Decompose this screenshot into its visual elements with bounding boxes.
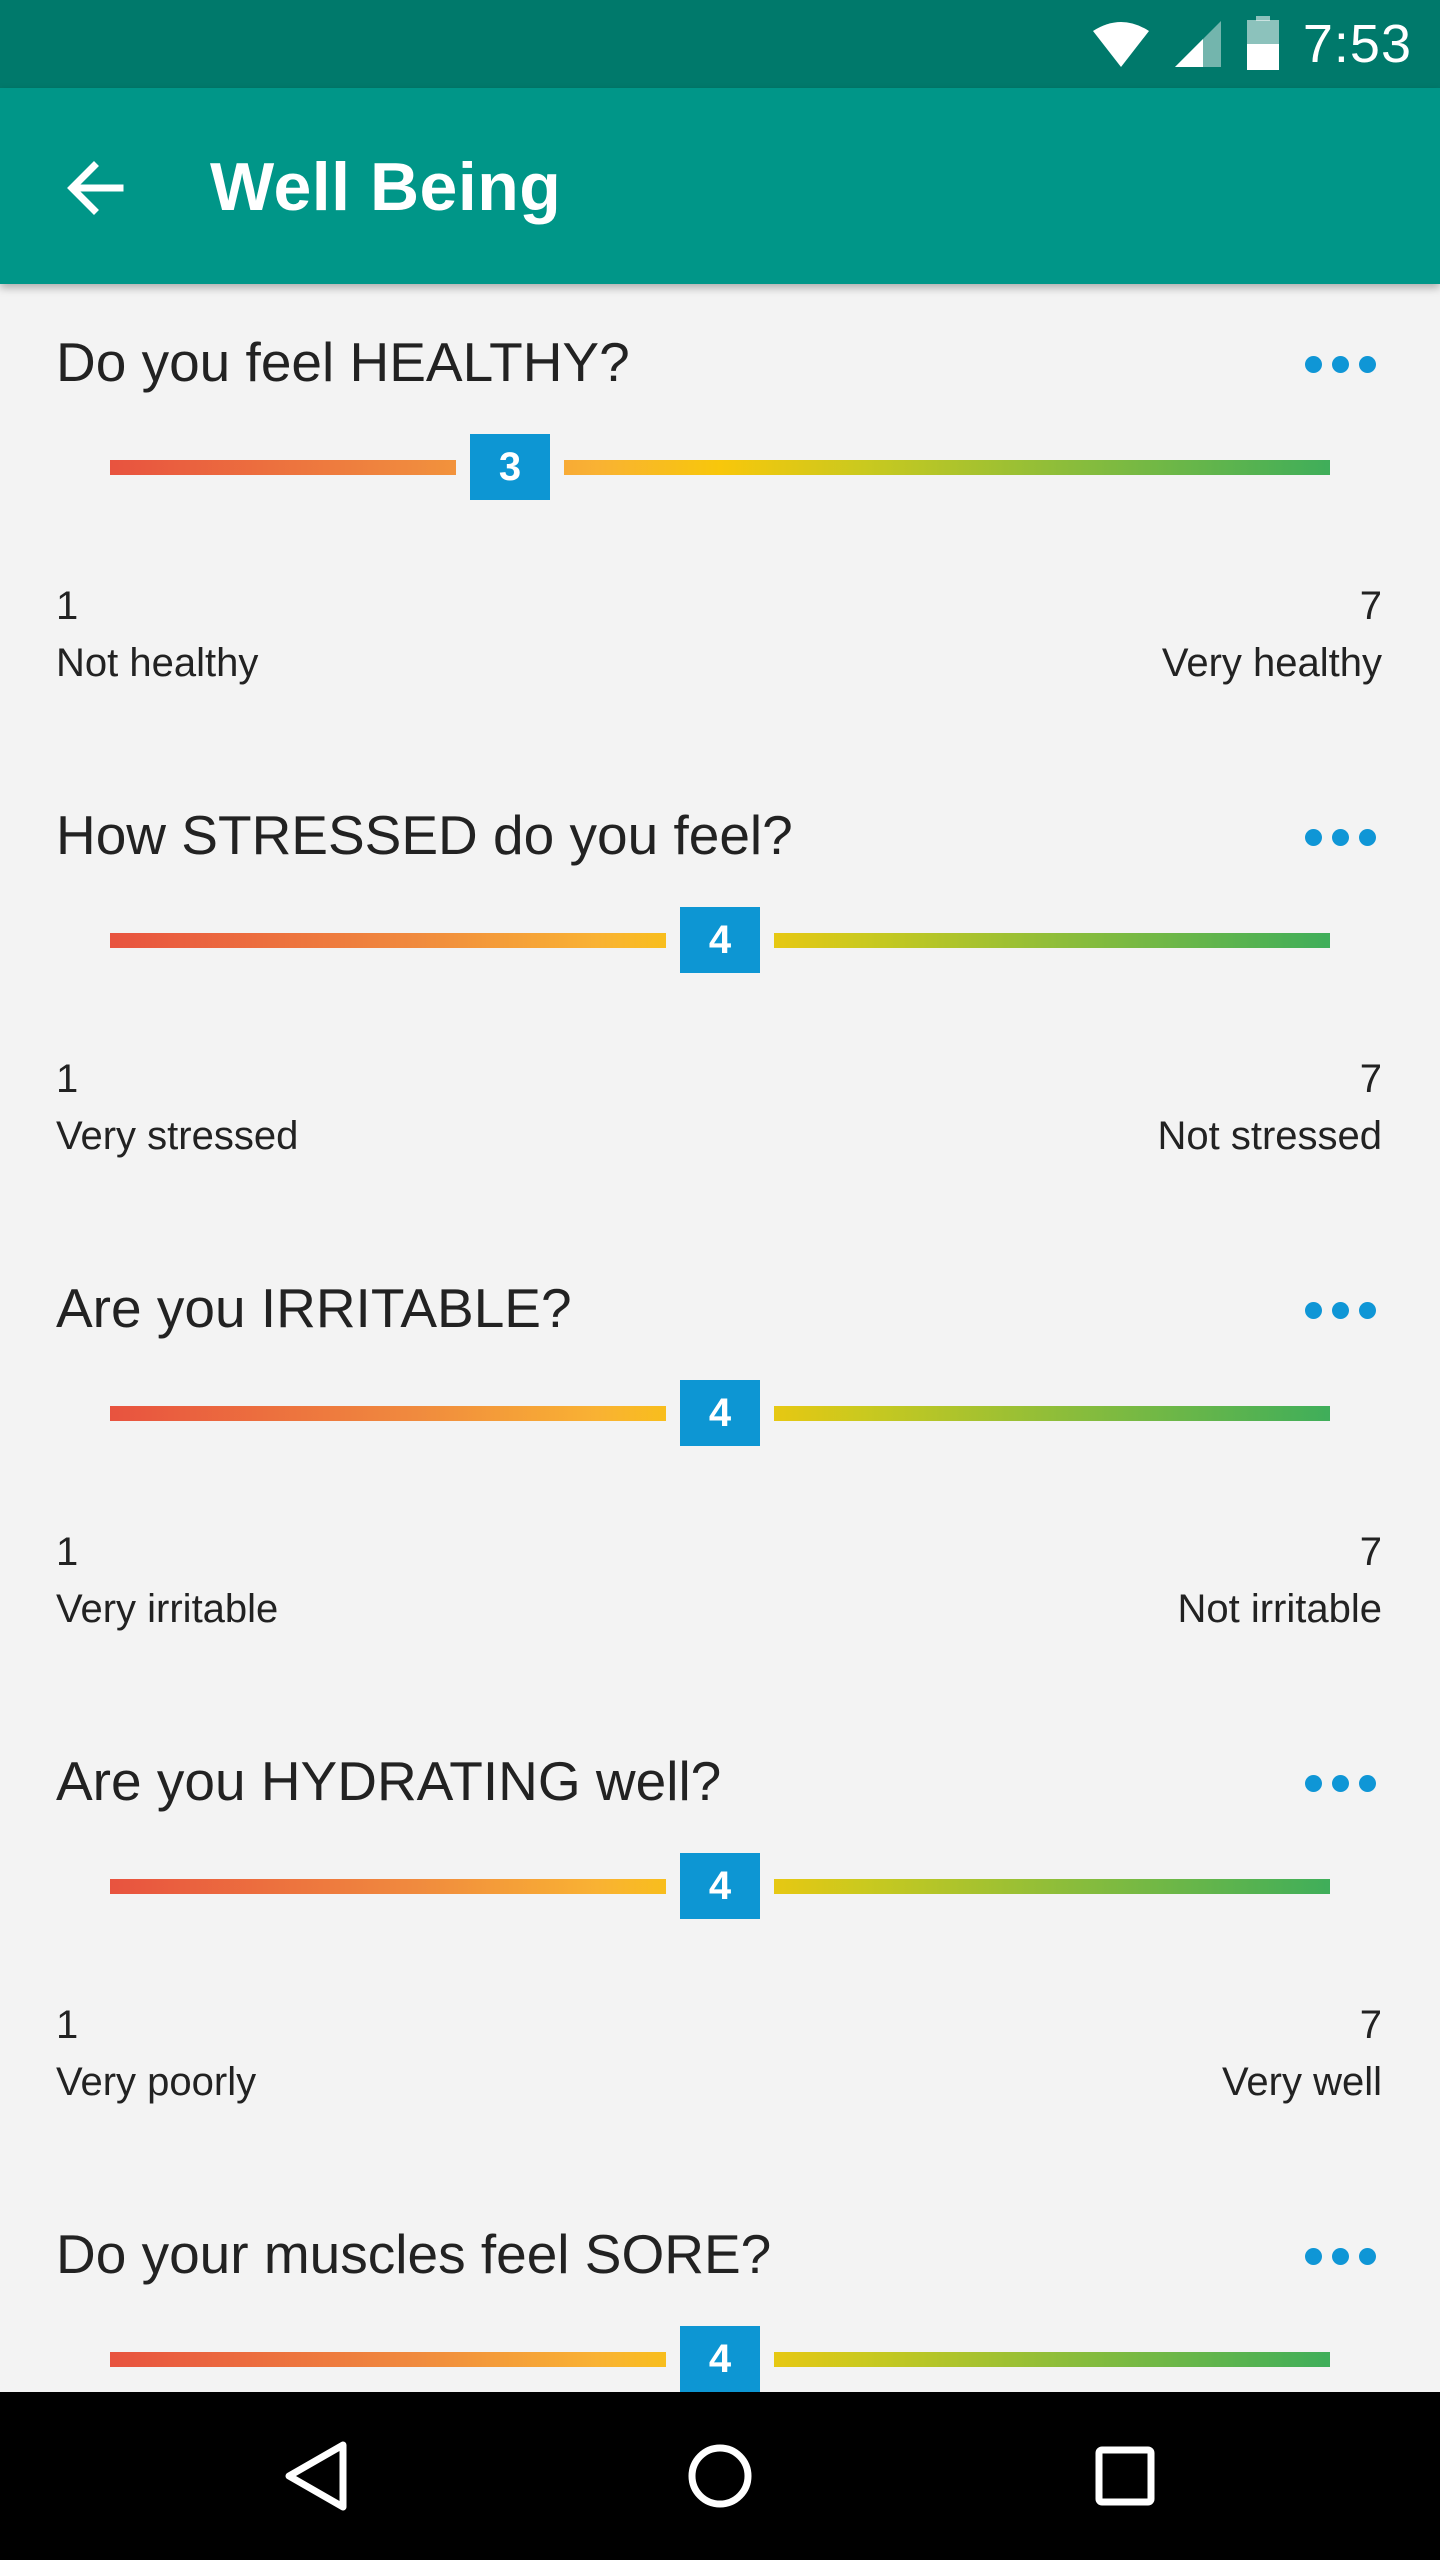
system-nav-bar [0,2392,1440,2560]
rating-slider[interactable]: 4 [110,1380,1330,1446]
min-label: Very stressed [56,1114,299,1158]
back-button[interactable] [46,138,146,238]
more-dots-icon [1304,1774,1322,1792]
status-bar: 7:53 [0,0,1440,88]
slider-thumb[interactable]: 4 [680,907,760,973]
slider-thumb[interactable]: 4 [680,1380,760,1446]
slider-thumb[interactable]: 4 [680,2326,760,2392]
question-card: Do you feel HEALTHY? 3 1 7 Not healthy V… [0,284,1440,757]
question-card: How STRESSED do you feel? 4 1 7 Very str… [0,757,1440,1230]
question-card: Do your muscles feel SORE? 4 [0,2176,1440,2392]
min-label: Very poorly [56,2060,257,2104]
question-title: Are you IRRITABLE? [56,1277,572,1339]
rating-slider[interactable]: 4 [110,1853,1330,1919]
rating-slider[interactable]: 4 [110,907,1330,973]
status-icons: 7:53 [1091,0,1412,88]
status-time: 7:53 [1302,14,1412,74]
max-value: 7 [1359,1530,1382,1574]
question-title: Are you HYDRATING well? [56,1750,722,1812]
slider-track [110,460,1330,475]
signal-icon [1174,21,1221,67]
question-title: Do your muscles feel SORE? [56,2223,772,2285]
home-circle-icon [688,2444,752,2508]
battery-icon [1246,16,1279,70]
slider-thumb[interactable]: 4 [680,1853,760,1919]
max-label: Very well [1221,2060,1382,2104]
more-dots-icon [1304,828,1322,846]
nav-back-button[interactable] [266,2426,366,2526]
more-options-button[interactable] [1290,2226,1390,2286]
max-value: 7 [1359,2003,1382,2047]
page-title: Well Being [210,149,562,225]
more-options-button[interactable] [1290,1280,1390,1340]
question-title: How STRESSED do you feel? [56,804,793,866]
question-card: Are you HYDRATING well? 4 1 7 Very poorl… [0,1703,1440,2176]
nav-recents-button[interactable] [1075,2426,1175,2526]
more-options-button[interactable] [1290,1753,1390,1813]
more-options-button[interactable] [1290,334,1390,394]
app-bar: Well Being [0,88,1440,284]
back-triangle-icon [285,2441,347,2511]
nav-home-button[interactable] [670,2426,770,2526]
more-options-button[interactable] [1290,807,1390,867]
wifi-icon [1092,22,1149,67]
min-value: 1 [56,1057,79,1101]
rating-slider[interactable]: 4 [110,2326,1330,2392]
questions-list[interactable]: Do you feel HEALTHY? 3 1 7 Not healthy V… [0,284,1440,2392]
max-label: Not irritable [1177,1587,1382,1631]
max-value: 7 [1359,1057,1382,1101]
min-value: 1 [56,1530,79,1574]
min-label: Not healthy [56,641,259,685]
rating-slider[interactable]: 3 [110,434,1330,500]
recents-square-icon [1095,2446,1155,2506]
max-value: 7 [1359,584,1382,628]
arrow-back-icon [67,161,124,215]
more-dots-icon [1304,355,1322,373]
more-dots-icon [1304,2247,1322,2265]
slider-thumb[interactable]: 3 [470,434,550,500]
question-card: Are you IRRITABLE? 4 1 7 Very irritable … [0,1230,1440,1703]
max-label: Not stressed [1157,1114,1382,1158]
min-value: 1 [56,584,79,628]
min-value: 1 [56,2003,79,2047]
min-label: Very irritable [56,1587,279,1631]
question-title: Do you feel HEALTHY? [56,331,630,393]
more-dots-icon [1304,1301,1322,1319]
max-label: Very healthy [1161,641,1382,685]
